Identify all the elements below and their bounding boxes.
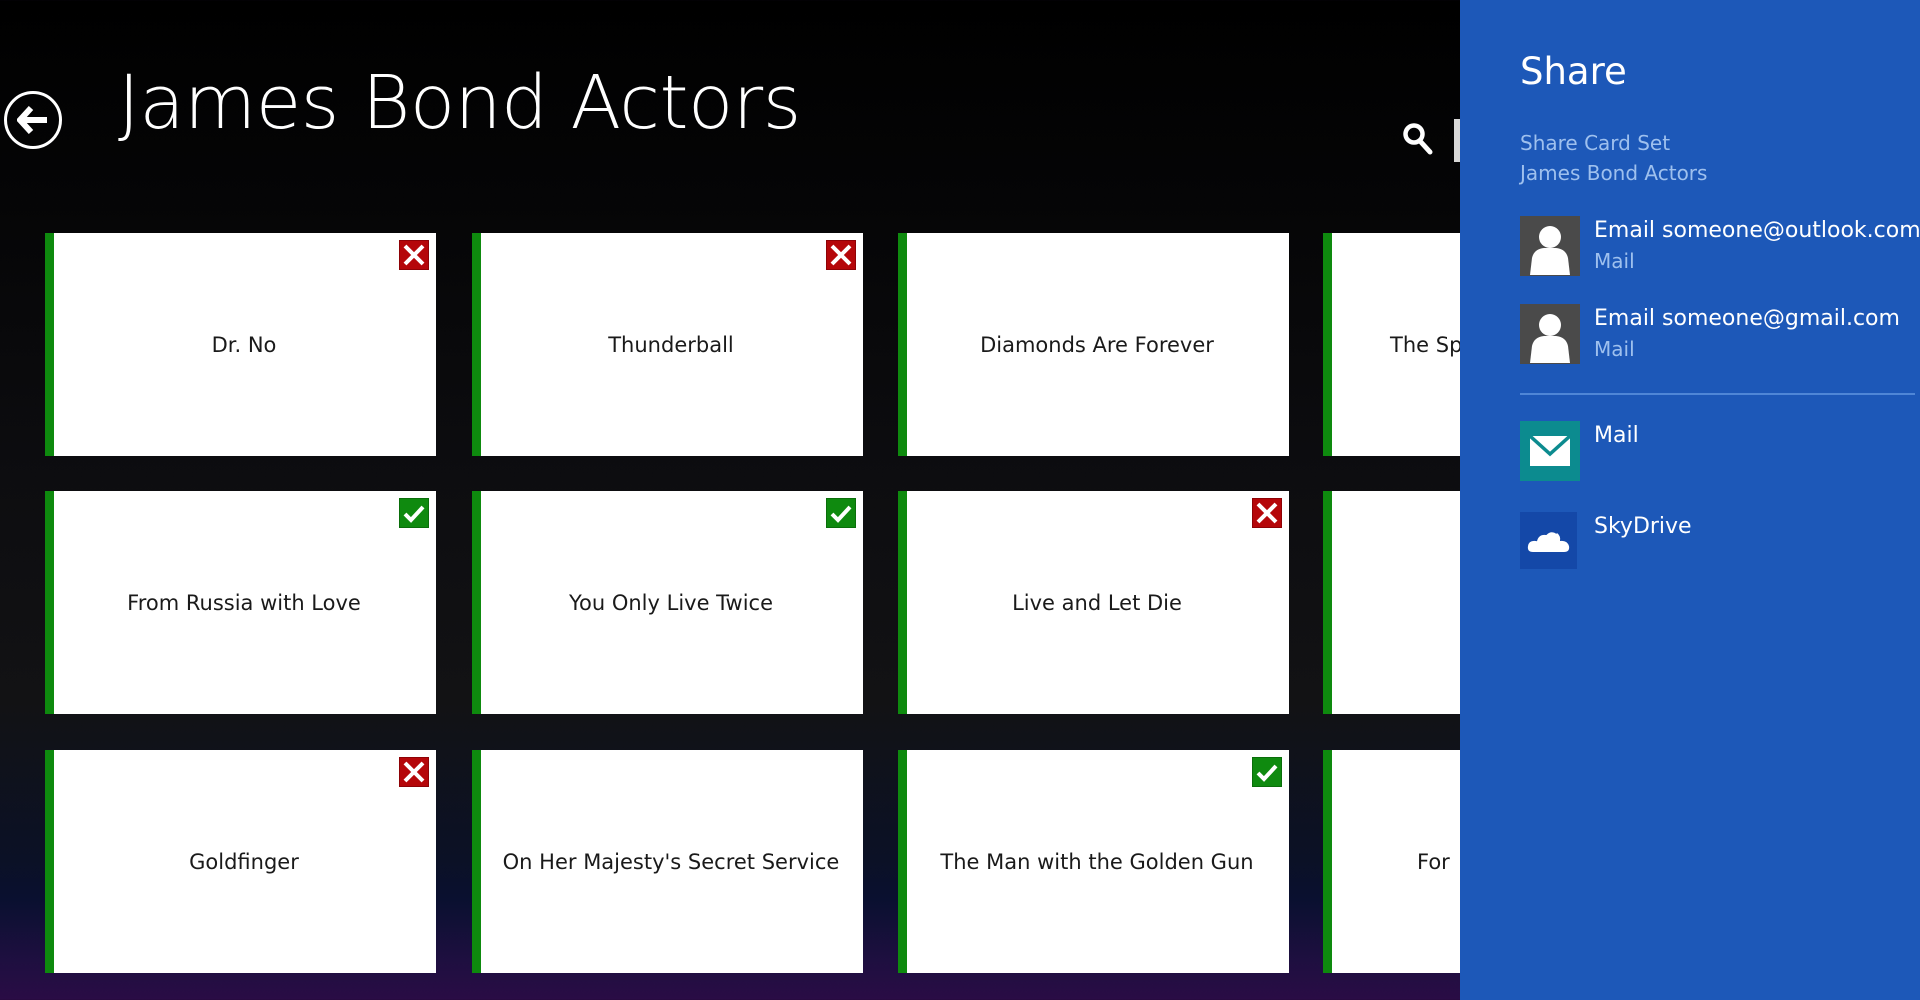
x-mark-icon	[403, 244, 425, 266]
share-panel: Share Share Card Set James Bond Actors E…	[1460, 0, 1920, 1000]
person-icon	[1530, 226, 1570, 275]
app-window: James Bond Actors Dr. No Thunderball Dia…	[0, 0, 1920, 1000]
card[interactable]: Dr. No	[45, 233, 436, 456]
card[interactable]: The Man with the Golden Gun	[898, 750, 1289, 973]
share-contact-outlook[interactable]: Email someone@outlook.com Mail	[1520, 216, 1920, 278]
wrong-badge	[399, 757, 429, 787]
contact-tile	[1520, 216, 1580, 276]
person-icon	[1530, 314, 1570, 363]
cloud-icon	[1527, 529, 1569, 552]
share-app-skydrive[interactable]: SkyDrive	[1520, 512, 1910, 574]
right-badge	[1252, 757, 1282, 787]
app-label: SkyDrive	[1594, 514, 1692, 539]
card[interactable]: Diamonds Are Forever	[898, 233, 1289, 456]
card-title: The Sp	[1390, 332, 1463, 357]
contact-app: Mail	[1594, 249, 1635, 273]
mail-icon	[1530, 436, 1570, 466]
share-title: Share	[1520, 50, 1627, 93]
card[interactable]: From Russia with Love	[45, 491, 436, 714]
card[interactable]: You Only Live Twice	[472, 491, 863, 714]
right-badge	[826, 498, 856, 528]
search-icon[interactable]	[1402, 122, 1434, 156]
wrong-badge	[399, 240, 429, 270]
x-mark-icon	[830, 244, 852, 266]
check-mark-icon	[403, 505, 425, 523]
x-mark-icon	[1256, 502, 1278, 524]
card[interactable]: Live and Let Die	[898, 491, 1289, 714]
share-subtitle-line2: James Bond Actors	[1520, 161, 1708, 185]
card[interactable]: Thunderball	[472, 233, 863, 456]
contact-app: Mail	[1594, 337, 1635, 361]
skydrive-tile	[1520, 512, 1577, 569]
page-title: James Bond Actors	[118, 60, 801, 146]
card-title: Thunderball	[608, 332, 734, 357]
x-mark-icon	[403, 761, 425, 783]
contact-label: Email someone@outlook.com	[1594, 218, 1920, 243]
share-subtitle: Share Card Set James Bond Actors	[1520, 128, 1707, 188]
card[interactable]: On Her Majesty's Secret Service	[472, 750, 863, 973]
share-divider	[1520, 393, 1915, 395]
right-badge	[399, 498, 429, 528]
card-title: The Man with the Golden Gun	[940, 849, 1254, 874]
app-label: Mail	[1594, 423, 1639, 448]
wrong-badge	[826, 240, 856, 270]
share-subtitle-line1: Share Card Set	[1520, 131, 1671, 155]
card-title: For	[1417, 849, 1450, 874]
back-arrow-icon	[17, 106, 47, 134]
contact-tile	[1520, 304, 1580, 364]
card-title: Diamonds Are Forever	[980, 332, 1214, 357]
mail-tile	[1520, 421, 1580, 481]
card-title: Dr. No	[211, 332, 277, 357]
check-mark-icon	[830, 505, 852, 523]
share-contact-gmail[interactable]: Email someone@gmail.com Mail	[1520, 304, 1910, 366]
contact-label: Email someone@gmail.com	[1594, 306, 1900, 331]
card-title: Goldfinger	[189, 849, 299, 874]
wrong-badge	[1252, 498, 1282, 528]
share-app-mail[interactable]: Mail	[1520, 421, 1910, 483]
card-title: From Russia with Love	[127, 590, 361, 615]
check-mark-icon	[1256, 764, 1278, 782]
card-title: You Only Live Twice	[568, 590, 774, 615]
card[interactable]: Goldfinger	[45, 750, 436, 973]
card-title: On Her Majesty's Secret Service	[502, 849, 840, 874]
back-button[interactable]	[4, 91, 62, 149]
card-title: Live and Let Die	[1012, 590, 1182, 615]
